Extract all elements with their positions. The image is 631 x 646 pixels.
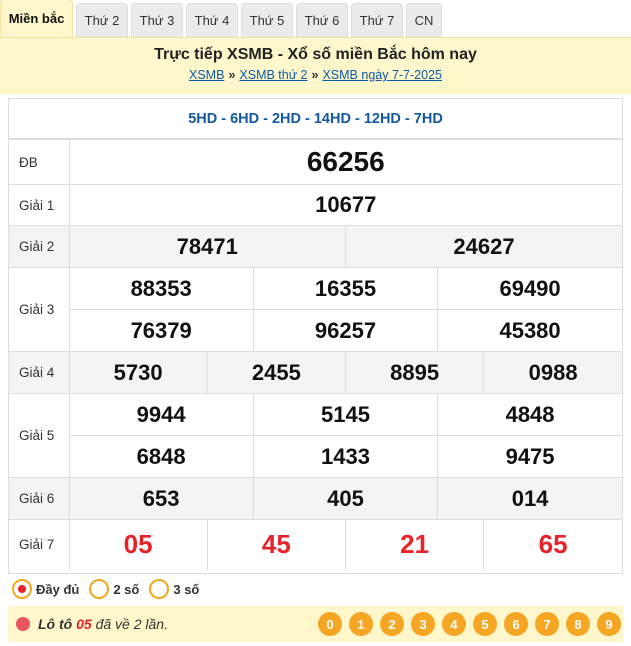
prize-label: ĐB [9, 139, 70, 185]
prize-table: ĐB 66256 Giải 1 10677 Giải 2 78471 24627… [9, 139, 622, 570]
tab-cn[interactable]: CN [406, 3, 442, 37]
prize-number: 6848 [69, 435, 254, 478]
prize-row-g5-b: 6848 1433 9475 [9, 435, 622, 478]
prize-number: 8895 [344, 351, 485, 394]
prize-number: 014 [437, 477, 622, 520]
breadcrumb-separator: » [311, 68, 319, 82]
loto-summary: Lô tô 05 đã về 2 lần. [38, 616, 168, 632]
digit-button-5[interactable]: 5 [473, 612, 497, 636]
digit-button-6[interactable]: 6 [504, 612, 528, 636]
special-codes: 5HD - 6HD - 2HD - 14HD - 12HD - 7HD [9, 99, 622, 139]
prize-number: 45 [206, 519, 346, 570]
prize-number: 88353 [68, 267, 254, 310]
prize-number: 9944 [68, 393, 254, 436]
prize-number: 653 [68, 477, 254, 520]
prize-number: 78471 [68, 225, 346, 268]
prize-number: 0988 [483, 351, 622, 394]
results-board: 5HD - 6HD - 2HD - 14HD - 12HD - 7HD ĐB 6… [8, 98, 623, 574]
option-label: Đầy đủ [36, 581, 80, 597]
prize-label: Giải 4 [9, 351, 70, 394]
option-full[interactable]: Đầy đủ [8, 579, 79, 599]
radio-icon [149, 579, 170, 599]
tab-thu-7[interactable]: Thứ 7 [351, 3, 403, 37]
digit-button-9[interactable]: 9 [597, 612, 621, 636]
prize-number: 21 [344, 519, 485, 570]
breadcrumb-xsmb-thu-2[interactable]: XSMB thứ 2 [239, 68, 307, 82]
tab-thu-4[interactable]: Thứ 4 [186, 3, 238, 37]
tab-thu-5[interactable]: Thứ 5 [241, 3, 293, 37]
prize-number: 9475 [437, 435, 622, 478]
prize-number: 16355 [252, 267, 439, 310]
prize-number: 1433 [252, 435, 439, 478]
region-tabs: Miền bắc Thứ 2 Thứ 3 Thứ 4 Thứ 5 Thứ 6 T… [0, 0, 631, 38]
prize-number: 65 [483, 519, 622, 570]
prize-row-g4: Giải 4 5730 2455 8895 0988 [9, 351, 622, 394]
prize-label: Giải 3 [9, 267, 70, 352]
loto-suffix: đã về 2 lần. [95, 616, 168, 632]
prize-label: Giải 1 [9, 184, 70, 226]
prize-number: 405 [252, 477, 439, 520]
breadcrumb-xsmb[interactable]: XSMB [189, 68, 224, 82]
prize-label: Giải 2 [9, 225, 70, 268]
digit-button-3[interactable]: 3 [411, 612, 435, 636]
loto-number: 05 [76, 616, 92, 632]
head-digit-filter: 0 1 2 3 4 5 6 7 8 9 [311, 612, 621, 636]
prize-row-g6: Giải 6 653 405 014 [9, 477, 622, 520]
radio-icon [89, 579, 110, 599]
prize-label: Giải 7 [9, 519, 70, 570]
digit-button-0[interactable]: 0 [318, 612, 342, 636]
prize-number: 76379 [69, 309, 254, 352]
option-3-digits[interactable]: 3 số [145, 579, 199, 599]
tab-thu-2[interactable]: Thứ 2 [76, 3, 128, 37]
breadcrumb-xsmb-date[interactable]: XSMB ngày 7-7-2025 [322, 68, 442, 82]
breadcrumb-separator: » [228, 68, 236, 82]
digit-button-2[interactable]: 2 [380, 612, 404, 636]
option-label: 3 số [173, 581, 200, 597]
prize-number: 4848 [437, 393, 622, 436]
prize-number: 2455 [206, 351, 346, 394]
bullet-dot-icon [16, 617, 30, 631]
tab-thu-3[interactable]: Thứ 3 [131, 3, 183, 37]
prize-label: Giải 6 [9, 477, 70, 520]
prize-number: 69490 [437, 267, 622, 310]
digit-button-1[interactable]: 1 [349, 612, 373, 636]
page-title: Trực tiếp XSMB - Xổ số miền Bắc hôm nay [154, 46, 477, 63]
digit-button-7[interactable]: 7 [535, 612, 559, 636]
prize-number: 96257 [252, 309, 439, 352]
prize-row-g7: Giải 7 05 45 21 65 [9, 519, 622, 570]
prize-row-g5: Giải 5 9944 5145 4848 [9, 393, 622, 478]
tab-thu-6[interactable]: Thứ 6 [296, 3, 348, 37]
radio-checked-icon [12, 579, 32, 599]
prize-number: 5145 [252, 393, 439, 436]
prize-row-g2: Giải 2 78471 24627 [9, 225, 622, 268]
prize-number: 10677 [68, 184, 622, 226]
option-2-digits[interactable]: 2 số [85, 579, 139, 599]
prize-label: Giải 5 [9, 393, 70, 478]
prize-row-g1: Giải 1 10677 [9, 184, 622, 226]
loto-bar: Lô tô 05 đã về 2 lần. 0 1 2 3 4 5 6 7 8 … [8, 606, 623, 642]
prize-number: 45380 [437, 309, 622, 352]
loto-prefix: Lô tô [38, 616, 73, 632]
special-prize-number: 66256 [68, 139, 622, 185]
prize-row-g3: Giải 3 88353 16355 69490 [9, 267, 622, 352]
breadcrumb: XSMB» XSMB thứ 2» XSMB ngày 7-7-2025 [0, 68, 631, 82]
display-options: Đầy đủ 2 số 3 số [8, 574, 623, 604]
tab-mien-bac[interactable]: Miền bắc [0, 0, 73, 37]
prize-number: 05 [68, 519, 208, 570]
digit-button-4[interactable]: 4 [442, 612, 466, 636]
prize-number: 5730 [68, 351, 208, 394]
prize-number: 24627 [344, 225, 622, 268]
prize-row-db: ĐB 66256 [9, 139, 622, 185]
result-header: Trực tiếp XSMB - Xổ số miền Bắc hôm nay … [0, 38, 631, 94]
option-label: 2 số [113, 581, 140, 597]
digit-button-8[interactable]: 8 [566, 612, 590, 636]
prize-row-g3-b: 76379 96257 45380 [9, 309, 622, 352]
